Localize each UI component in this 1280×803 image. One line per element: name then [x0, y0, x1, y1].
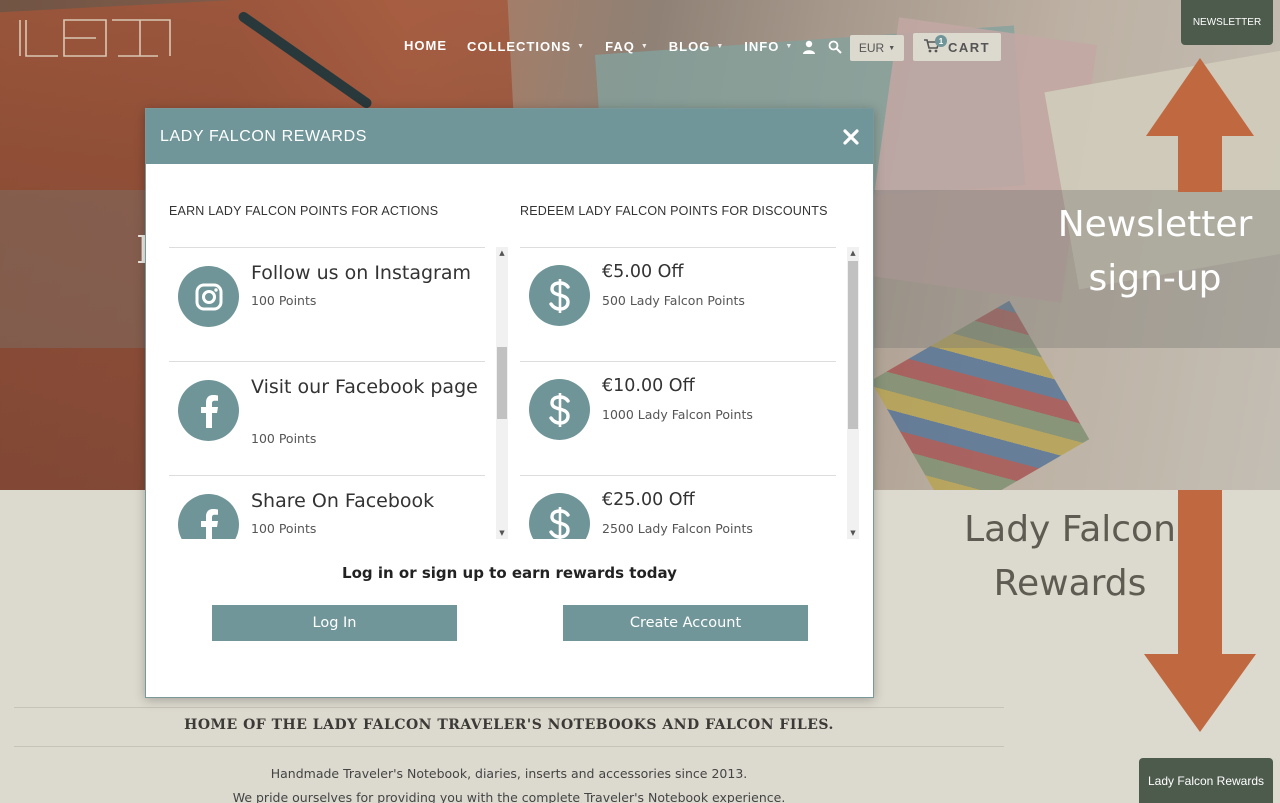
scroll-down-icon[interactable]: ▼	[496, 527, 508, 539]
divider	[14, 746, 1004, 747]
site-tagline: HOME OF THE LADY FALCON TRAVELER'S NOTEB…	[184, 717, 834, 733]
redeem-item-points: 1000 Lady Falcon Points	[602, 407, 753, 422]
chevron-down-icon: ▼	[785, 43, 794, 50]
login-button[interactable]: Log In	[212, 605, 457, 641]
dollar-icon	[529, 379, 590, 440]
rewards-launcher-tab[interactable]: Lady Falcon Rewards	[1139, 758, 1273, 803]
list-item[interactable]: Share On Facebook 100 Points	[169, 475, 485, 539]
annotation-newsletter: Newsletter sign-up	[1057, 204, 1253, 299]
site-description-line-2: We pride ourselves for providing you wit…	[232, 790, 786, 803]
redeem-item-points: 2500 Lady Falcon Points	[602, 521, 753, 536]
rewards-cta-text: Log in or sign up to earn rewards today	[342, 564, 677, 582]
nav-item-home[interactable]: HOME	[404, 38, 447, 55]
nav-item-info[interactable]: INFO ▼	[744, 39, 793, 54]
earn-item-title: Visit our Facebook page	[251, 376, 478, 398]
earn-item-points: 100 Points	[251, 521, 317, 536]
redeem-item-title: €5.00 Off	[602, 262, 684, 282]
redeem-item-points: 500 Lady Falcon Points	[602, 293, 745, 308]
annotation-rewards: Lady Falcon Rewards	[964, 509, 1176, 604]
dollar-icon	[529, 265, 590, 326]
annotation-arrows	[1144, 58, 1256, 732]
redeem-item-title: €25.00 Off	[602, 490, 695, 510]
redeem-section-title: REDEEM LADY FALCON POINTS FOR DISCOUNTS	[520, 204, 828, 218]
nav-item-faq[interactable]: FAQ ▼	[605, 39, 649, 54]
nav-icons	[800, 38, 844, 56]
scrollbar-thumb[interactable]	[497, 347, 507, 419]
instagram-icon	[178, 266, 239, 327]
earn-item-points: 100 Points	[251, 293, 317, 308]
facebook-icon	[178, 380, 239, 441]
chevron-down-icon: ▼	[640, 43, 649, 50]
dollar-icon	[529, 493, 590, 539]
nav-item-blog[interactable]: BLOG ▼	[669, 39, 725, 54]
rewards-modal: LADY FALCON REWARDS EARN LADY FALCON POI…	[145, 108, 874, 698]
site-description-line-1: Handmade Traveler's Notebook, diaries, i…	[270, 766, 748, 781]
modal-header: LADY FALCON REWARDS	[146, 109, 873, 164]
earn-item-points: 100 Points	[251, 431, 317, 446]
list-item[interactable]: €5.00 Off 500 Lady Falcon Points	[520, 247, 836, 361]
list-item[interactable]: Follow us on Instagram 100 Points	[169, 247, 485, 361]
earn-actions-list[interactable]: Follow us on Instagram 100 Points Visit …	[169, 247, 485, 539]
list-item[interactable]: €10.00 Off 1000 Lady Falcon Points	[520, 361, 836, 475]
account-icon[interactable]	[800, 38, 818, 56]
scroll-up-icon[interactable]: ▲	[496, 247, 508, 259]
facebook-icon	[178, 494, 239, 539]
chevron-down-icon: ▼	[716, 43, 725, 50]
currency-selector[interactable]: EUR ▼	[850, 35, 904, 61]
create-account-button[interactable]: Create Account	[563, 605, 808, 641]
scroll-down-icon[interactable]: ▼	[847, 527, 859, 539]
chevron-down-icon: ▼	[888, 44, 896, 52]
site-logo[interactable]	[18, 18, 172, 58]
chevron-down-icon: ▼	[577, 43, 586, 50]
search-icon[interactable]	[826, 38, 844, 56]
arrow-up-shape	[1146, 58, 1254, 192]
divider	[14, 707, 1004, 708]
main-navigation: HOME COLLECTIONS ▼ FAQ ▼ BLOG ▼ INFO ▼	[404, 38, 813, 55]
redeem-list-scrollbar[interactable]: ▲ ▼	[847, 247, 859, 539]
cart-button[interactable]: 1 CART	[913, 33, 1001, 61]
arrow-down-shape	[1144, 654, 1256, 732]
earn-section-title: EARN LADY FALCON POINTS FOR ACTIONS	[169, 204, 439, 218]
scroll-up-icon[interactable]: ▲	[847, 247, 859, 259]
nav-item-collections[interactable]: COLLECTIONS ▼	[467, 39, 585, 54]
redeem-item-title: €10.00 Off	[602, 376, 695, 396]
earn-list-scrollbar[interactable]: ▲ ▼	[496, 247, 508, 539]
cart-count-badge: 1	[935, 35, 947, 47]
newsletter-tab[interactable]: NEWSLETTER	[1181, 0, 1273, 45]
list-item[interactable]: €25.00 Off 2500 Lady Falcon Points	[520, 475, 836, 539]
close-icon[interactable]	[843, 128, 859, 145]
scrollbar-thumb[interactable]	[848, 261, 858, 429]
redeem-discounts-list[interactable]: €5.00 Off 500 Lady Falcon Points €10.00 …	[520, 247, 836, 539]
list-item[interactable]: Visit our Facebook page 100 Points	[169, 361, 485, 475]
earn-item-title: Follow us on Instagram	[251, 262, 471, 284]
earn-item-title: Share On Facebook	[251, 490, 435, 512]
modal-title: LADY FALCON REWARDS	[160, 127, 368, 145]
